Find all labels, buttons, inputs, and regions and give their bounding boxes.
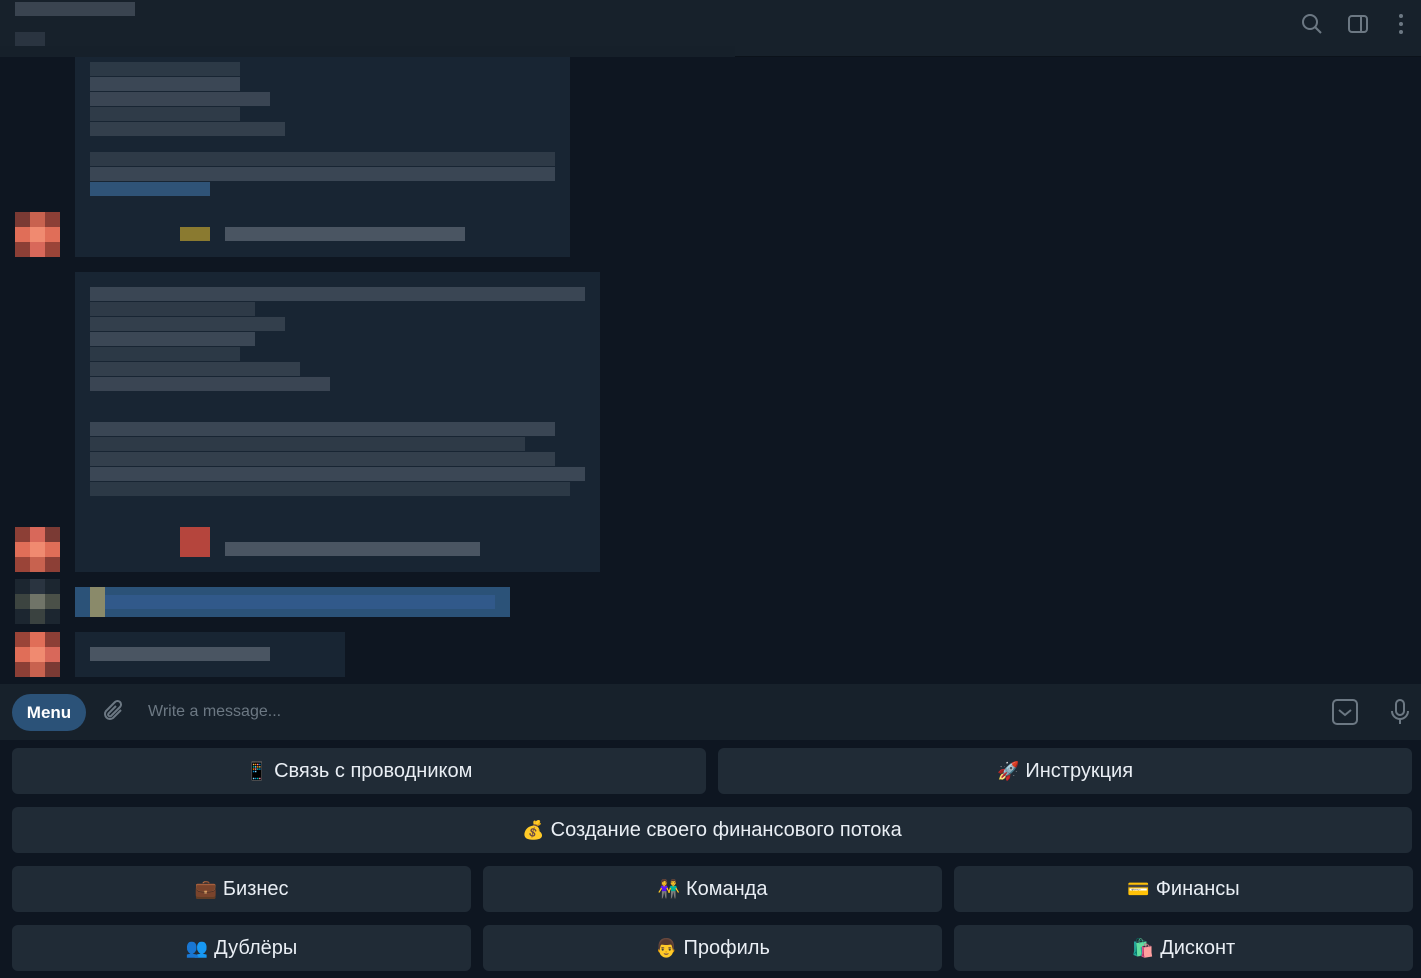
- pixelated-text: [90, 362, 300, 376]
- sidebar-toggle-icon[interactable]: [1335, 1, 1381, 47]
- man-emoji-icon: 👨: [655, 937, 678, 958]
- bot-keyboard-icon[interactable]: [1329, 696, 1361, 728]
- message-bubble-redacted[interactable]: [75, 57, 570, 257]
- money-bag-emoji-icon: 💰: [522, 819, 545, 840]
- pixelated-text: [90, 107, 240, 121]
- credit-card-emoji-icon: 💳: [1127, 878, 1150, 899]
- pixelated-text: [90, 152, 555, 166]
- keyboard-button-label: Инструкция: [1025, 759, 1134, 782]
- shopping-bags-emoji-icon: 🛍️: [1131, 937, 1155, 958]
- pixelated-text: [90, 77, 240, 91]
- keyboard-button-label: Создание своего финансового потока: [550, 818, 902, 841]
- pixelated-text: [90, 452, 555, 466]
- pixelated-text: [225, 227, 465, 241]
- pixelated-text: [105, 595, 495, 609]
- keyboard-button-guide[interactable]: 📱 Связь с проводником: [12, 748, 706, 794]
- keyboard-button-doubles[interactable]: 👥 Дублёры: [12, 925, 471, 971]
- pixelated-text: [90, 422, 555, 436]
- keyboard-button-label: Бизнес: [222, 877, 289, 900]
- pixelated-text: [90, 647, 270, 661]
- pixelated-text: [90, 332, 255, 346]
- search-icon[interactable]: [1289, 1, 1335, 47]
- message-bubble-redacted[interactable]: [75, 632, 345, 677]
- pixelated-text: [225, 542, 480, 556]
- pixelated-text: [90, 467, 585, 481]
- briefcase-emoji-icon: 💼: [194, 878, 217, 899]
- avatar-redacted[interactable]: [15, 632, 60, 677]
- phone-emoji-icon: 📱: [245, 760, 269, 781]
- pixelated-text: [90, 347, 240, 361]
- header-actions: [1289, 0, 1421, 47]
- microphone-icon[interactable]: [1384, 696, 1416, 728]
- message-composer: Menu: [0, 684, 1421, 740]
- keyboard-button-profile[interactable]: 👨 Профиль: [483, 925, 942, 971]
- message-history: [0, 57, 1421, 684]
- avatar-redacted[interactable]: [15, 579, 60, 624]
- reply-keyboard: 📱 Связь с проводником 🚀 Инструкция 💰 Соз…: [0, 740, 1421, 978]
- chat-title-redacted[interactable]: [0, 0, 740, 60]
- bot-menu-button[interactable]: Menu: [12, 694, 86, 731]
- pixelated-text: [90, 377, 330, 391]
- keyboard-button-instruction[interactable]: 🚀 Инструкция: [718, 748, 1412, 794]
- message-bubble-redacted[interactable]: [75, 272, 600, 572]
- keyboard-button-discount[interactable]: 🛍️ Дисконт: [954, 925, 1413, 971]
- pixelated-text: [90, 587, 105, 617]
- keyboard-button-label: Команда: [685, 877, 768, 900]
- chat-header: [0, 0, 1421, 60]
- pixelated-text: [90, 482, 570, 496]
- people-emoji-icon: 👥: [185, 937, 209, 958]
- pixelated-text: [90, 62, 240, 76]
- pixelated-text: [90, 437, 525, 451]
- pixelated-text: [180, 527, 210, 557]
- rocket-emoji-icon: 🚀: [996, 760, 1020, 781]
- keyboard-button-financial-flow[interactable]: 💰 Создание своего финансового потока: [12, 807, 1412, 853]
- keyboard-button-finance[interactable]: 💳 Финансы: [954, 866, 1413, 912]
- keyboard-button-label: Дублёры: [214, 936, 298, 959]
- pixelated-block: [15, 2, 135, 16]
- avatar-redacted[interactable]: [15, 212, 60, 257]
- message-input[interactable]: [140, 696, 1290, 728]
- pixelated-text: [90, 302, 255, 316]
- paperclip-icon[interactable]: [98, 696, 130, 728]
- pixelated-text: [180, 227, 210, 241]
- pixelated-text: [90, 287, 585, 301]
- keyboard-button-label: Связь с проводником: [274, 759, 473, 782]
- pixelated-link: [90, 182, 210, 196]
- couple-emoji-icon: 👫: [657, 878, 680, 899]
- keyboard-button-team[interactable]: 👫 Команда: [483, 866, 942, 912]
- pixelated-text: [90, 92, 270, 106]
- pixelated-text: [90, 317, 285, 331]
- pixelated-text: [90, 167, 555, 181]
- pixelated-block: [15, 32, 45, 46]
- keyboard-button-label: Дисконт: [1160, 936, 1236, 959]
- avatar-redacted[interactable]: [15, 527, 60, 572]
- message-bubble-redacted[interactable]: [75, 587, 510, 617]
- keyboard-button-business[interactable]: 💼 Бизнес: [12, 866, 471, 912]
- more-vertical-icon[interactable]: [1381, 1, 1421, 47]
- pixelated-text: [90, 122, 285, 136]
- keyboard-button-label: Финансы: [1155, 877, 1240, 900]
- keyboard-button-label: Профиль: [683, 936, 770, 959]
